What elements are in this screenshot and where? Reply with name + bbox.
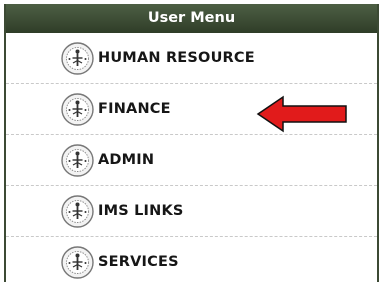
red-arrow-icon (256, 95, 347, 133)
menu-item-label: SERVICES (98, 254, 179, 270)
menu-item-label: IMS LINKS (98, 203, 184, 219)
emblem-icon (61, 144, 94, 177)
menu-item-label: FINANCE (98, 101, 171, 117)
menu-item-ims-links[interactable]: IMS LINKS (6, 186, 377, 237)
emblem-icon (61, 195, 94, 228)
menu-item-label: HUMAN RESOURCE (98, 50, 255, 66)
emblem-icon (61, 93, 94, 126)
menu-item-label: ADMIN (98, 152, 155, 168)
emblem-icon (61, 42, 94, 75)
menu-item-admin[interactable]: ADMIN (6, 135, 377, 186)
emblem-icon (61, 246, 94, 279)
menu-title: User Menu (6, 4, 377, 33)
menu-item-services[interactable]: SERVICES (6, 237, 377, 288)
menu-item-human-resource[interactable]: HUMAN RESOURCE (6, 33, 377, 84)
user-menu-panel: User Menu HUMAN RESOURCE FINANCE ADMIN I… (4, 4, 379, 282)
